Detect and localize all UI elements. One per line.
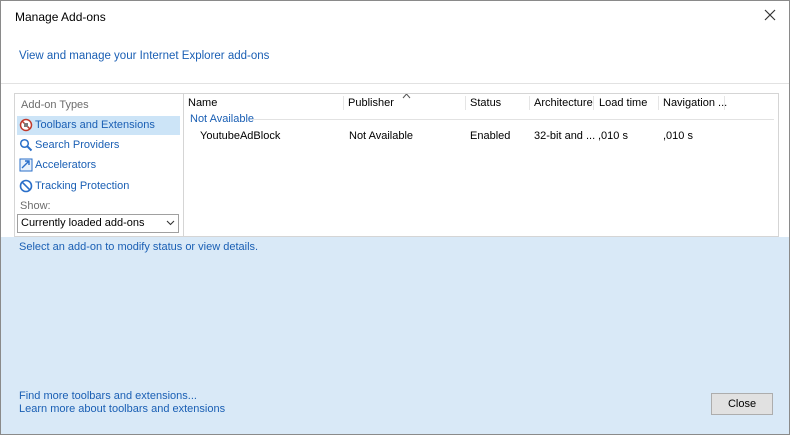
- group-header: Not Available: [190, 113, 254, 127]
- column-label: Status: [470, 97, 502, 109]
- close-button[interactable]: Close: [711, 393, 773, 415]
- sidebar-item-search-providers[interactable]: Search Providers: [17, 136, 180, 155]
- column-header-name[interactable]: Name: [184, 94, 344, 112]
- details-text: Select an add-on to modify status or vie…: [19, 241, 259, 253]
- details-pane: Select an add-on to modify status or vie…: [1, 237, 789, 383]
- column-label: Name: [188, 97, 218, 109]
- close-button-label: Close: [727, 398, 757, 410]
- title-bar: Manage Add-ons: [1, 1, 789, 29]
- column-separator: [593, 96, 594, 110]
- find-more-link[interactable]: Find more toolbars and extensions...: [19, 390, 197, 402]
- toolbar-extensions-icon: [19, 118, 33, 132]
- sidebar-item-label: Search Providers: [35, 139, 120, 151]
- search-icon: [19, 138, 33, 152]
- addon-list: Name Publisher Status Architecture Load …: [183, 93, 779, 237]
- column-header-load-time[interactable]: Load time: [595, 94, 659, 112]
- header-description-link[interactable]: View and manage your Internet Explorer a…: [19, 50, 269, 62]
- window-title: Manage Add-ons: [15, 10, 106, 24]
- cell-navigation: ,010 s: [663, 130, 693, 142]
- sidebar-item-accelerators[interactable]: Accelerators: [17, 156, 180, 175]
- column-header-navigation[interactable]: Navigation ...: [659, 94, 728, 112]
- sort-ascending-icon: [402, 94, 411, 99]
- addon-types-panel: Add-on Types Toolbars and Extensions Sea…: [14, 93, 183, 237]
- addon-types-heading: Add-on Types: [21, 99, 89, 111]
- sidebar-item-label: Toolbars and Extensions: [35, 119, 155, 131]
- manage-addons-window: Manage Add-ons View and manage your Inte…: [0, 0, 790, 435]
- close-icon[interactable]: [761, 6, 779, 24]
- show-filter-select[interactable]: Currently loaded add-ons: [17, 214, 179, 233]
- column-header-status[interactable]: Status: [466, 94, 530, 112]
- cell-architecture: 32-bit and ...: [534, 130, 596, 142]
- cell-status: Enabled: [470, 130, 511, 142]
- column-label: Architecture: [534, 97, 593, 109]
- column-separator: [724, 96, 725, 110]
- learn-more-link[interactable]: Learn more about toolbars and extensions: [19, 403, 225, 415]
- cell-load-time: ,010 s: [598, 130, 628, 142]
- show-label: Show:: [20, 200, 51, 212]
- cell-name: YoutubeAdBlock: [200, 130, 281, 142]
- group-divider: [252, 119, 774, 120]
- table-row[interactable]: YoutubeAdBlock Not Available Enabled 32-…: [184, 128, 778, 146]
- tracking-protection-icon: [19, 179, 33, 193]
- column-header-architecture[interactable]: Architecture: [530, 94, 594, 112]
- accelerator-icon: [19, 158, 33, 172]
- sidebar-item-label: Accelerators: [35, 159, 97, 171]
- show-filter-value: Currently loaded add-ons: [21, 217, 145, 229]
- sidebar-item-tracking-protection[interactable]: Tracking Protection: [17, 177, 180, 196]
- column-label: Load time: [599, 97, 648, 109]
- cell-publisher: Not Available: [349, 130, 414, 142]
- divider: [1, 83, 789, 84]
- sidebar-item-label: Tracking Protection: [35, 180, 130, 192]
- sidebar-item-toolbars-extensions[interactable]: Toolbars and Extensions: [17, 116, 180, 135]
- footer: Find more toolbars and extensions... Lea…: [1, 383, 789, 434]
- column-label: Navigation ...: [663, 97, 728, 109]
- group-header-label: Not Available: [190, 113, 255, 125]
- chevron-down-icon: [166, 220, 175, 226]
- column-label: Publisher: [348, 97, 394, 109]
